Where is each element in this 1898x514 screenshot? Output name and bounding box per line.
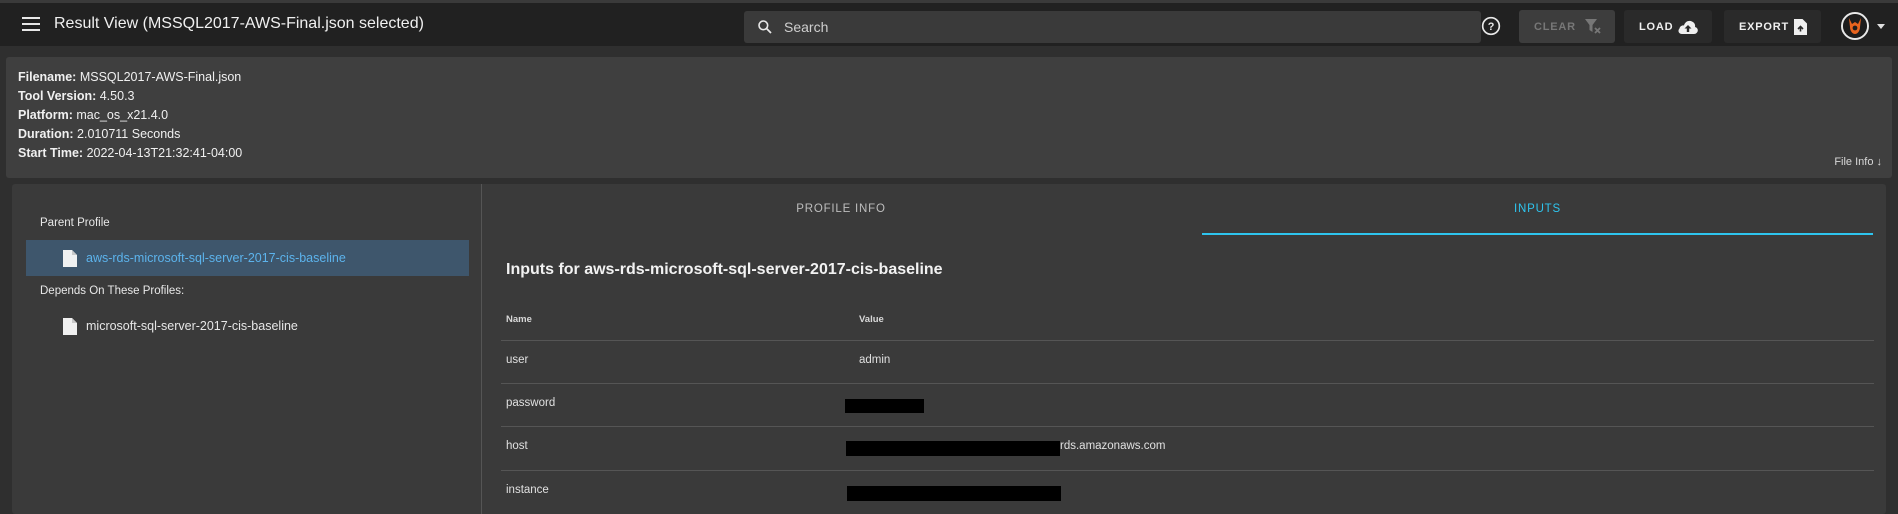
file-info-duration: Duration: 2.010711 Seconds — [18, 127, 181, 141]
table-row: password — [501, 383, 1874, 419]
help-icon[interactable]: ? — [1481, 16, 1501, 36]
profile-item-label: microsoft-sql-server-2017-cis-baseline — [86, 319, 298, 333]
export-button-label: EXPORT — [1739, 20, 1790, 33]
load-button[interactable]: LOAD — [1624, 10, 1712, 43]
avatar-logo[interactable] — [1841, 12, 1869, 40]
column-header-name: Name — [506, 314, 532, 325]
profile-detail-panel: PROFILE INFO INPUTS Inputs for aws-rds-m… — [491, 184, 1886, 514]
file-info-filename: Filename: MSSQL2017-AWS-Final.json — [18, 70, 242, 84]
file-info-start-time: Start Time: 2022-04-13T21:32:41-04:00 — [18, 146, 243, 160]
tab-inputs[interactable]: INPUTS — [1202, 202, 1873, 235]
table-row: instance — [501, 470, 1874, 506]
search-icon — [758, 20, 772, 34]
profile-item-label: aws-rds-microsoft-sql-server-2017-cis-ba… — [86, 251, 346, 265]
file-export-icon — [1794, 19, 1807, 35]
redaction-block — [846, 441, 1060, 456]
profile-list-panel: Parent Profile aws-rds-microsoft-sql-ser… — [12, 184, 482, 514]
file-info-toggle[interactable]: File Info ↓ — [1834, 156, 1882, 168]
parent-profile-heading: Parent Profile — [40, 217, 110, 229]
load-button-label: LOAD — [1639, 20, 1674, 33]
profile-item-parent[interactable]: aws-rds-microsoft-sql-server-2017-cis-ba… — [26, 240, 469, 276]
file-icon — [63, 318, 77, 335]
clear-filter-icon — [1585, 19, 1601, 34]
file-info-tool-version: Tool Version: 4.50.3 — [18, 89, 135, 103]
chevron-down-icon[interactable] — [1877, 24, 1885, 29]
file-info-panel: Filename: MSSQL2017-AWS-Final.json Tool … — [6, 57, 1892, 178]
clear-button-label: CLEAR — [1534, 20, 1576, 33]
input-name: instance — [506, 484, 549, 496]
inputs-title: Inputs for aws-rds-microsoft-sql-server-… — [506, 261, 943, 278]
cloud-upload-icon — [1678, 20, 1698, 34]
svg-text:?: ? — [1488, 21, 1495, 33]
input-name: host — [506, 440, 528, 452]
column-header-value: Value — [859, 314, 884, 325]
tab-profile-info[interactable]: PROFILE INFO — [491, 202, 1191, 235]
clear-button[interactable]: CLEAR — [1519, 10, 1615, 43]
input-name: user — [506, 354, 529, 366]
export-button[interactable]: EXPORT — [1724, 10, 1821, 43]
logo-icon — [1843, 14, 1867, 38]
main-card: Parent Profile aws-rds-microsoft-sql-ser… — [12, 184, 1886, 514]
app-bar: Result View (MSSQL2017-AWS-Final.json se… — [0, 0, 1898, 46]
table-row: user admin — [501, 340, 1874, 376]
search-input[interactable] — [778, 11, 1458, 43]
page-title: Result View (MSSQL2017-AWS-Final.json se… — [54, 15, 424, 32]
input-name: password — [506, 397, 556, 409]
table-row: host rds.amazonaws.com — [501, 426, 1874, 462]
redaction-block — [845, 399, 924, 413]
depends-heading: Depends On These Profiles: — [40, 285, 185, 297]
redaction-block — [847, 486, 1061, 501]
file-info-platform: Platform: mac_os_x21.4.0 — [18, 108, 169, 122]
profile-item-dependency[interactable]: microsoft-sql-server-2017-cis-baseline — [26, 308, 469, 344]
input-value: admin — [859, 354, 891, 366]
menu-icon[interactable] — [22, 17, 44, 35]
search-bar[interactable] — [744, 11, 1481, 43]
input-value: rds.amazonaws.com — [1060, 440, 1166, 452]
file-icon — [63, 250, 77, 267]
